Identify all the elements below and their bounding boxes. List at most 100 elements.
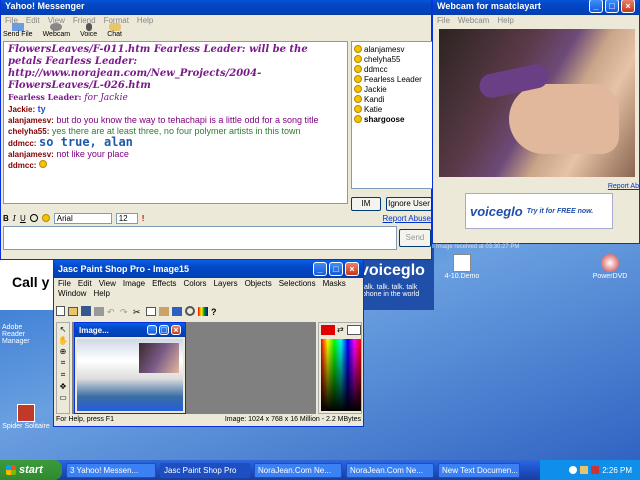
deform-tool-icon[interactable]: ⌗ [61,358,66,368]
user-item[interactable]: ddmcc [354,64,430,74]
paste-icon[interactable] [159,306,169,316]
background-color-swatch[interactable] [347,325,361,335]
close-icon[interactable]: × [345,262,359,276]
menu-colors[interactable]: Colors [183,279,206,288]
taskbar-item-text-document[interactable]: New Text Documen... [438,462,520,478]
crop-tool-icon[interactable]: ⌗ [61,370,66,380]
swap-colors-icon[interactable]: ⇄ [337,325,344,334]
emoticon-icon[interactable] [41,214,50,222]
smiley-icon [354,105,362,113]
voice-button[interactable]: Voice [80,23,97,38]
webcam-ad-banner[interactable]: voiceglo Try it for FREE now. [465,193,613,229]
chat-ad-banner[interactable]: Call y [0,260,60,310]
taskbar-item-psp[interactable]: Jasc Paint Shop Pro [160,462,250,478]
color-picker-gradient[interactable] [321,339,361,411]
webcam-report-abuse-link[interactable]: Report Ab [608,183,639,190]
taskbar: start 3 Yahoo! Messen... Jasc Paint Shop… [0,460,640,480]
foreground-color-swatch[interactable] [321,325,335,335]
buzz-icon[interactable]: ! [142,214,145,223]
new-icon[interactable] [56,306,65,316]
menu-layers[interactable]: Layers [214,279,238,288]
webcam-video [439,29,635,177]
send-file-button[interactable]: Send File [3,23,33,38]
bold-button[interactable]: B [3,214,9,223]
help-icon[interactable]: ? [211,307,221,317]
message-input[interactable] [3,226,397,250]
pan-tool-icon[interactable]: ✋ [58,336,68,345]
arrow-tool-icon[interactable]: ↖ [60,325,67,334]
webcam-status: Image received at 03:30:27 PM [436,244,520,250]
user-item[interactable]: shargoose [354,114,430,124]
copy-icon[interactable] [146,306,156,316]
menu-selections[interactable]: Selections [279,279,316,288]
menu-file[interactable]: File [58,279,71,288]
webcam-title-bar[interactable]: Webcam for msatclayart _ □ × [433,0,639,15]
chat-button[interactable]: Chat [107,23,122,38]
italic-button[interactable]: I [13,214,16,223]
menu-objects[interactable]: Objects [245,279,272,288]
menu-window[interactable]: Window [58,289,86,298]
menu-help[interactable]: Help [93,289,109,298]
color-icon[interactable] [29,214,38,222]
menu-help[interactable]: Help [497,16,513,25]
menu-view[interactable]: View [99,279,116,288]
menu-masks[interactable]: Masks [323,279,346,288]
user-item[interactable]: chelyha55 [354,54,430,64]
minimize-icon[interactable]: _ [589,0,603,13]
taskbar-item-norajean-2[interactable]: NoraJean.Com Ne... [346,462,434,478]
user-item[interactable]: Fearless Leader [354,74,430,84]
screenshot-icon[interactable] [172,306,182,316]
webcam-button[interactable]: Webcam [43,23,70,38]
desktop-icon-powerdvd[interactable]: PowerDVD [590,254,630,280]
user-item[interactable]: Kandi [354,94,430,104]
menu-edit[interactable]: Edit [78,279,92,288]
user-item[interactable]: Katie [354,104,430,114]
palette-icon[interactable] [198,306,208,316]
zoom-icon[interactable] [185,306,195,316]
menu-help[interactable]: Help [137,16,153,25]
menu-webcam[interactable]: Webcam [458,16,489,25]
menu-effects[interactable]: Effects [152,279,176,288]
undo-icon[interactable]: ↶ [107,307,117,317]
maximize-icon[interactable]: □ [605,0,619,13]
cut-icon[interactable]: ✂ [133,307,143,317]
maximize-icon[interactable]: □ [329,262,343,276]
close-icon[interactable]: × [621,0,635,13]
tray-icon[interactable] [569,466,578,474]
save-icon[interactable] [81,306,91,316]
psp-image-window[interactable]: Image... _ □ × [74,322,186,414]
psp-image-title-bar[interactable]: Image... _ □ × [75,323,185,337]
psp-title-bar[interactable]: Jasc Paint Shop Pro - Image15 _ □ × [54,260,363,278]
underline-button[interactable]: U [20,214,26,223]
font-size-select[interactable]: 12 [115,212,138,224]
taskbar-item-norajean-1[interactable]: NoraJean.Com Ne... [254,462,342,478]
selection-tool-icon[interactable]: ▭ [59,393,67,402]
taskbar-item-yahoo[interactable]: 3 Yahoo! Messen... [66,462,156,478]
send-button[interactable]: Send [399,229,431,247]
clock[interactable]: 2:26 PM [602,466,632,475]
ignore-user-button[interactable]: Ignore User [386,197,432,211]
maximize-icon[interactable]: □ [159,325,169,335]
tray-icon[interactable] [591,466,600,474]
minimize-icon[interactable]: _ [147,325,157,335]
menu-file[interactable]: File [437,16,450,25]
report-abuse-link[interactable]: Report Abuse [383,214,431,223]
start-button[interactable]: start [0,460,62,480]
minimize-icon[interactable]: _ [313,262,327,276]
desktop-icon-spider-solitaire[interactable]: Spider Solitaire [0,404,52,430]
chat-title-bar[interactable]: Yahoo! Messenger [1,0,431,15]
font-select[interactable]: Arial [53,212,112,224]
desktop-icon-manager[interactable]: Adobe Reader Manager [2,324,52,345]
menu-image[interactable]: Image [123,279,145,288]
print-icon[interactable] [94,306,104,316]
redo-icon[interactable]: ↷ [120,307,130,317]
zoom-tool-icon[interactable]: ⊕ [60,347,67,356]
tray-icon[interactable] [580,466,589,474]
im-button[interactable]: IM [351,197,381,211]
open-icon[interactable] [68,306,78,316]
close-icon[interactable]: × [171,325,181,335]
user-item[interactable]: alanjamesv [354,44,430,54]
desktop-icon-demo[interactable]: 4-10.Demo [442,254,482,280]
move-tool-icon[interactable]: ✥ [60,382,67,391]
user-item[interactable]: Jackie [354,84,430,94]
